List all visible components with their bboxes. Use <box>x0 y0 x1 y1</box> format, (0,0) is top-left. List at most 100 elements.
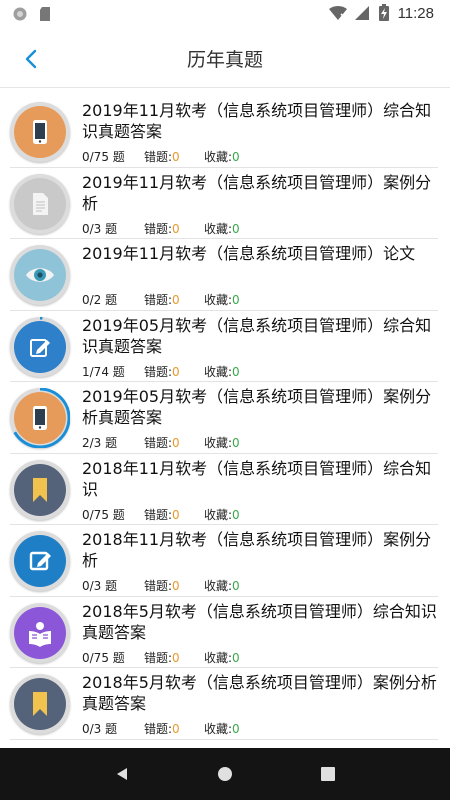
question-count: 0/3 题 <box>82 579 118 593</box>
home-circle-icon <box>217 767 232 781</box>
exam-title: 2019年11月软考（信息系统项目管理师）论文 <box>82 244 416 263</box>
exam-list-item[interactable]: 2018年11月软考（信息系统项目管理师）综合知识 0/75 题错题:0 收藏:0 <box>0 454 450 526</box>
edit-square-icon <box>14 535 66 587</box>
progress-ring <box>10 388 70 448</box>
favorite-label: 收藏: <box>204 507 233 522</box>
exam-meta: 0/75 题错题:0 收藏:0 <box>82 649 240 666</box>
question-count: 0/75 题 <box>82 507 125 522</box>
back-triangle-icon <box>116 768 127 780</box>
exam-title: 2018年5月软考（信息系统项目管理师）案例分析真题答案 <box>82 673 437 713</box>
exam-title: 2019年05月软考（信息系统项目管理师）案例分析真题答案 <box>82 387 432 427</box>
favorite-label: 收藏: <box>204 722 233 736</box>
exam-avatar <box>10 173 70 234</box>
question-count: 0/3 题 <box>82 722 118 736</box>
exam-avatar <box>10 388 70 448</box>
exam-list-item[interactable]: 2018年5月软考（信息系统项目管理师）综合知识真题答案 0/75 题错题:0 收藏… <box>0 597 450 669</box>
nav-recents-button[interactable] <box>308 754 348 794</box>
wrong-value: 0 <box>172 507 180 522</box>
wrong-value: 0 <box>172 364 180 379</box>
recents-square-icon <box>321 767 336 781</box>
wrong-count: 错题:0 <box>144 291 204 308</box>
wrong-value: 0 <box>172 150 180 164</box>
system-nav-bar <box>0 748 450 800</box>
exam-list-item[interactable]: 2018年5月软考（信息系统项目管理师）案例分析真题答案 0/3 题 错题:0 收藏:… <box>0 668 450 740</box>
exam-avatar <box>10 531 70 591</box>
wrong-count: 错题:0 <box>144 434 204 451</box>
wrong-label: 错题: <box>144 293 173 307</box>
wrong-value: 0 <box>172 579 180 593</box>
favorite-value: 0 <box>232 650 240 665</box>
exam-list-item[interactable]: 2019年11月软考（信息系统项目管理师）论文 0/2 题错题:0 收藏:0 <box>0 239 450 311</box>
wrong-label: 错题: <box>144 507 173 522</box>
favorite-value: 0 <box>232 150 240 164</box>
sdcard-icon <box>40 7 50 21</box>
favorite-count: 收藏:0 <box>204 148 240 165</box>
favorite-value: 0 <box>232 293 240 307</box>
favorite-value: 0 <box>232 507 240 522</box>
wrong-count: 错题:0 <box>144 363 204 380</box>
status-bar: 11:28 <box>0 0 450 28</box>
nav-home-button[interactable] <box>205 754 245 794</box>
exam-avatar <box>10 459 70 520</box>
exam-list-item[interactable]: 2019年05月软考（信息系统项目管理师）案例分析真题答案 2/3 题错题:0 收藏… <box>0 382 450 454</box>
favorite-value: 0 <box>232 579 240 593</box>
exam-meta: 2/3 题错题:0 收藏:0 <box>82 434 240 451</box>
exam-list: 2019年11月软考（信息系统项目管理师）综合知识真题答案 0/75 题错题:0 收… <box>0 96 450 740</box>
favorite-label: 收藏: <box>204 364 233 379</box>
favorite-value: 0 <box>232 436 240 450</box>
exam-meta: 0/3 题错题:0 收藏:0 <box>82 220 240 237</box>
exam-meta: 0/3 题错题:0 收藏:0 <box>82 720 240 737</box>
phone-icon <box>14 106 66 158</box>
favorite-count: 收藏:0 <box>204 291 240 308</box>
exam-list-item[interactable]: 2019年11月软考（信息系统项目管理师）案例分析 0/3 题错题:0 收藏:0 <box>0 168 450 240</box>
battery-charging-icon <box>378 4 389 21</box>
exam-avatar <box>10 316 70 377</box>
status-left <box>12 6 52 22</box>
wrong-value: 0 <box>172 722 180 736</box>
signal-icon <box>354 6 369 20</box>
wrong-label: 错题: <box>144 579 173 593</box>
exam-meta: 0/3 题错题:0 收藏:0 <box>82 577 240 594</box>
favorite-label: 收藏: <box>204 650 233 665</box>
wrong-value: 0 <box>172 650 180 665</box>
question-count: 0/75 题 <box>82 150 125 164</box>
favorite-count: 收藏:0 <box>204 220 240 237</box>
question-count: 0/2 题 <box>82 293 118 307</box>
exam-avatar <box>10 102 70 162</box>
wrong-count: 错题:0 <box>144 720 204 737</box>
favorite-value: 0 <box>232 722 240 736</box>
wrong-value: 0 <box>172 221 180 236</box>
exam-avatar <box>10 674 70 734</box>
wrong-label: 错题: <box>144 364 173 379</box>
bookmark-icon <box>14 463 66 516</box>
exam-list-item[interactable]: 2019年05月软考（信息系统项目管理师）综合知识真题答案 1/74 题错题:0 收… <box>0 311 450 383</box>
wrong-label: 错题: <box>144 221 173 236</box>
exam-meta: 0/75 题错题:0 收藏:0 <box>82 148 240 165</box>
favorite-label: 收藏: <box>204 293 233 307</box>
wrong-label: 错题: <box>144 436 173 450</box>
exam-meta: 0/75 题错题:0 收藏:0 <box>82 506 240 523</box>
wrong-count: 错题:0 <box>144 506 204 523</box>
status-time: 11:28 <box>397 4 434 22</box>
exam-list-item[interactable]: 2018年11月软考（信息系统项目管理师）案例分析 0/3 题错题:0 收藏:0 <box>0 525 450 597</box>
exam-title: 2019年11月软考（信息系统项目管理师）案例分析 <box>82 172 432 213</box>
document-icon <box>14 177 66 230</box>
wrong-value: 0 <box>172 293 180 307</box>
favorite-count: 收藏:0 <box>204 577 240 594</box>
wifi-icon <box>328 6 347 20</box>
exam-title: 2018年5月软考（信息系统项目管理师）综合知识真题答案 <box>82 601 437 642</box>
exam-meta: 0/2 题错题:0 收藏:0 <box>82 291 240 308</box>
eye-icon <box>14 249 66 301</box>
progress-ring <box>10 316 70 377</box>
nav-back-button[interactable] <box>102 754 142 794</box>
exam-title: 2018年11月软考（信息系统项目管理师）综合知识 <box>82 458 432 499</box>
wrong-label: 错题: <box>144 150 173 164</box>
favorite-count: 收藏:0 <box>204 434 240 451</box>
wrong-count: 错题:0 <box>144 148 204 165</box>
record-icon <box>13 7 27 21</box>
wrong-value: 0 <box>172 436 180 450</box>
favorite-count: 收藏:0 <box>204 649 240 666</box>
favorite-count: 收藏:0 <box>204 363 240 380</box>
exam-list-item[interactable]: 2019年11月软考（信息系统项目管理师）综合知识真题答案 0/75 题错题:0 收… <box>0 96 450 168</box>
favorite-count: 收藏:0 <box>204 506 240 523</box>
